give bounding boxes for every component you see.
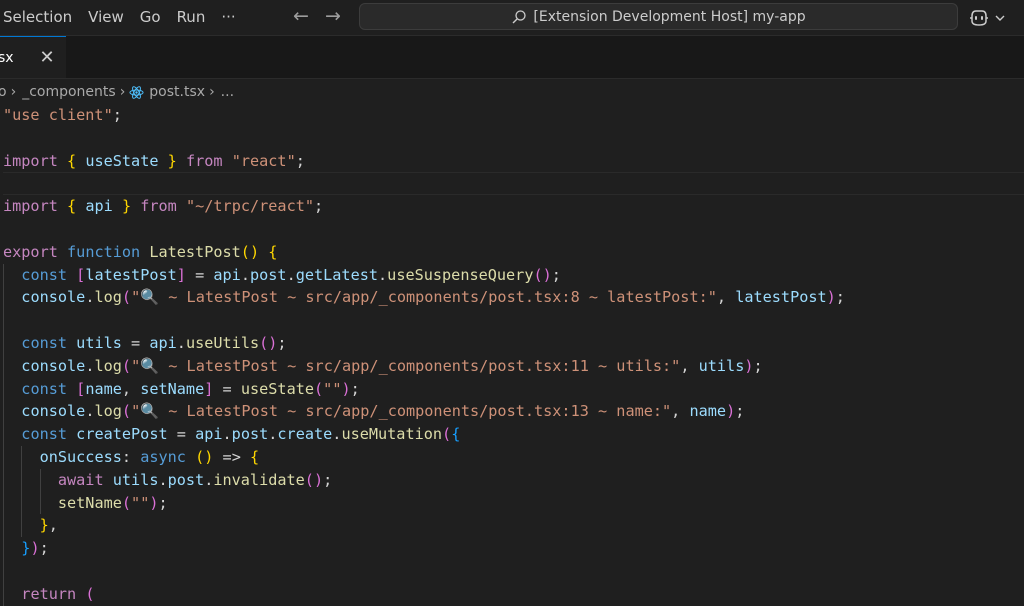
forward-arrow-icon[interactable]: → bbox=[321, 0, 345, 35]
code-line[interactable]: import { api } from "~/trpc/react"; bbox=[3, 195, 1024, 218]
breadcrumb-item-components[interactable]: _components bbox=[22, 84, 116, 100]
chevron-right-icon: › bbox=[209, 84, 215, 100]
react-icon bbox=[129, 85, 144, 99]
tab-label: sx bbox=[0, 50, 14, 66]
chevron-right-icon: › bbox=[119, 84, 126, 100]
menu-go[interactable]: Go bbox=[132, 0, 169, 35]
tab-bar: sx ✕ bbox=[0, 36, 1024, 79]
code-line[interactable] bbox=[3, 560, 1024, 583]
search-icon bbox=[512, 9, 527, 23]
menu-more-icon[interactable]: ··· bbox=[213, 0, 243, 35]
copilot-button[interactable] bbox=[968, 0, 1012, 35]
breadcrumb: o › _components › post.tsx › ... bbox=[0, 80, 1024, 104]
menu-bar: Selection View Go Run ··· bbox=[0, 0, 244, 35]
back-arrow-icon[interactable]: ← bbox=[289, 0, 313, 35]
code-line[interactable]: console.log("🔍 ~ LatestPost ~ src/app/_c… bbox=[3, 400, 1024, 423]
breadcrumb-item-more[interactable]: ... bbox=[221, 84, 234, 100]
code-line[interactable]: setName(""); bbox=[3, 492, 1024, 515]
code-line[interactable]: await utils.post.invalidate(); bbox=[3, 469, 1024, 492]
code-line[interactable]: "use client"; bbox=[3, 104, 1024, 127]
chevron-down-icon bbox=[995, 15, 1005, 21]
menu-run[interactable]: Run bbox=[169, 0, 214, 35]
code-line[interactable] bbox=[3, 309, 1024, 332]
code-line[interactable]: console.log("🔍 ~ LatestPost ~ src/app/_c… bbox=[3, 286, 1024, 309]
code-line[interactable]: return ( bbox=[3, 583, 1024, 606]
copilot-icon bbox=[970, 9, 988, 26]
chevron-right-icon: › bbox=[10, 84, 17, 100]
indent-guide bbox=[21, 446, 23, 538]
code-line[interactable]: }, bbox=[3, 514, 1024, 537]
code-line[interactable]: const utils = api.useUtils(); bbox=[3, 332, 1024, 355]
tab-post-tsx[interactable]: sx ✕ bbox=[0, 36, 66, 78]
code-line[interactable]: const [name, setName] = useState(""); bbox=[3, 378, 1024, 401]
search-text: [Extension Development Host] my-app bbox=[533, 8, 806, 25]
code-line[interactable]: import { useState } from "react"; bbox=[3, 150, 1024, 173]
code-line[interactable]: }); bbox=[3, 537, 1024, 560]
code-line[interactable] bbox=[3, 172, 1024, 196]
code-line[interactable]: const createPost = api.post.create.useMu… bbox=[3, 423, 1024, 446]
indent-guide bbox=[3, 263, 4, 606]
indent-guide bbox=[39, 468, 41, 515]
close-icon[interactable]: ✕ bbox=[36, 37, 58, 79]
title-bar: Selection View Go Run ··· ← → [Extension… bbox=[0, 0, 1024, 36]
code-line[interactable]: console.log("🔍 ~ LatestPost ~ src/app/_c… bbox=[3, 355, 1024, 378]
breadcrumb-item-post-tsx[interactable]: post.tsx bbox=[149, 84, 205, 100]
command-center-search[interactable]: [Extension Development Host] my-app bbox=[359, 3, 958, 30]
menu-selection[interactable]: Selection bbox=[0, 0, 80, 35]
breadcrumb-item-app[interactable]: o bbox=[0, 84, 7, 100]
code-line[interactable] bbox=[3, 127, 1024, 150]
code-editor[interactable]: "use client"; import { useState } from "r… bbox=[0, 104, 1024, 606]
code-line[interactable]: export function LatestPost() { bbox=[3, 241, 1024, 264]
code-line[interactable]: onSuccess: async () => { bbox=[3, 446, 1024, 469]
code-line[interactable] bbox=[3, 218, 1024, 241]
code-line[interactable]: const [latestPost] = api.post.getLatest.… bbox=[3, 264, 1024, 287]
menu-view[interactable]: View bbox=[80, 0, 132, 35]
